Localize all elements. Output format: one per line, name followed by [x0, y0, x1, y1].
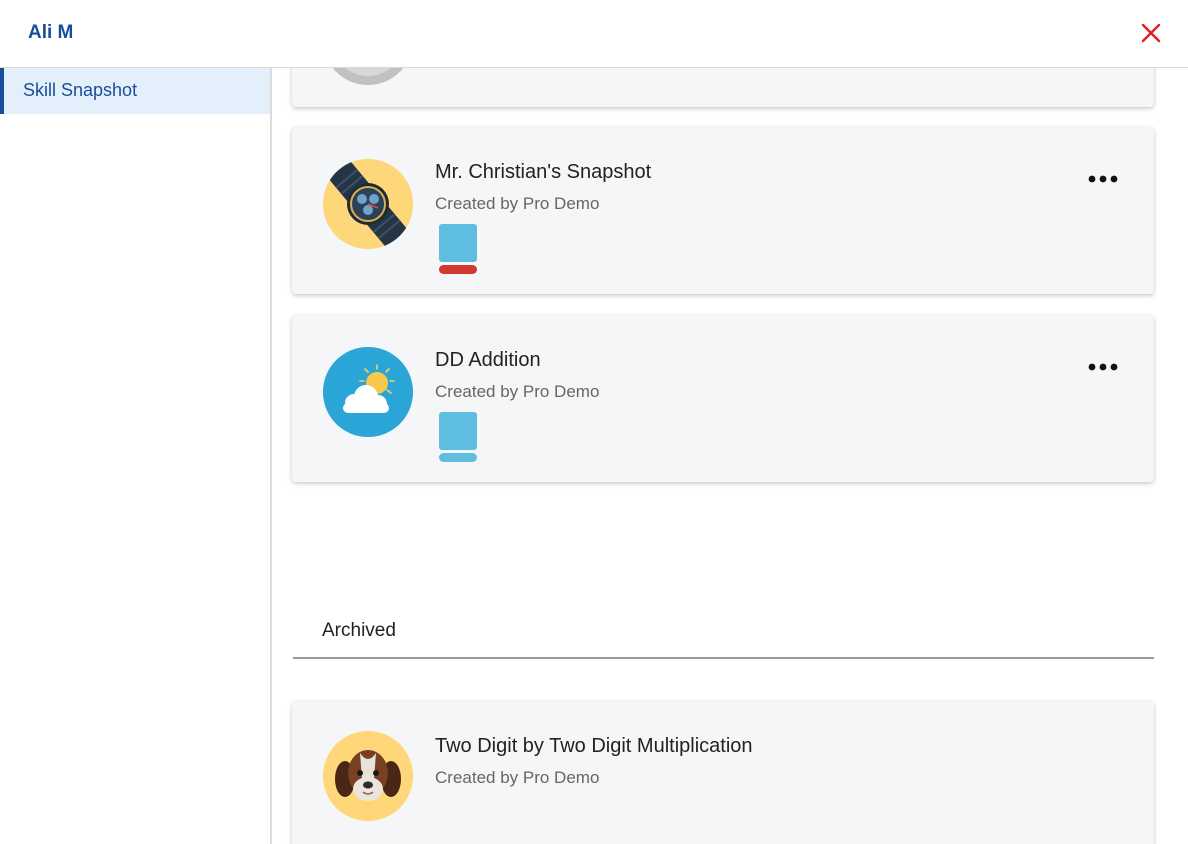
snapshot-creator: Created by Pro Demo: [435, 194, 600, 213]
close-icon: [1141, 23, 1161, 43]
skill-chip-block: [439, 412, 477, 450]
snapshot-card[interactable]: Mr. Christian's Snapshot Created by Pro …: [292, 127, 1154, 294]
watch-icon: [323, 159, 413, 249]
snapshot-avatar: [323, 347, 413, 437]
header: Ali M: [0, 0, 1188, 68]
skill-chip[interactable]: [439, 412, 477, 464]
snapshot-avatar: [323, 68, 413, 85]
tab-archived[interactable]: Archived: [322, 620, 396, 642]
snapshot-card[interactable]: DD Addition Created by Pro Demo: [292, 315, 1154, 482]
user-name: Ali M: [28, 22, 74, 43]
snapshot-title[interactable]: DD Addition: [435, 349, 541, 372]
more-options-button[interactable]: [1087, 169, 1119, 189]
snapshot-avatar: [323, 159, 413, 249]
sidebar-item-skill-snapshot[interactable]: Skill Snapshot: [0, 68, 270, 114]
sun-cloud-icon: [323, 347, 413, 437]
more-options-button[interactable]: [1087, 357, 1119, 377]
snapshot-card-partial[interactable]: [292, 68, 1154, 107]
snapshot-title[interactable]: Two Digit by Two Digit Multiplication: [435, 735, 753, 758]
sidebar-item-label: Skill Snapshot: [23, 80, 138, 100]
skill-chip-bar: [439, 265, 477, 274]
section-divider: [293, 657, 1154, 659]
dog-icon: [323, 731, 413, 821]
main-content[interactable]: Mr. Christian's Snapshot Created by Pro …: [274, 68, 1188, 844]
snapshot-title[interactable]: Mr. Christian's Snapshot: [435, 161, 651, 184]
generic-avatar-icon: [332, 68, 404, 85]
more-options-icon: [1088, 175, 1118, 183]
skill-chip[interactable]: [439, 224, 477, 276]
snapshot-creator: Created by Pro Demo: [435, 382, 600, 401]
more-options-icon: [1088, 363, 1118, 371]
close-button[interactable]: [1138, 20, 1164, 46]
sidebar: Skill Snapshot: [0, 68, 272, 844]
skill-chip-bar: [439, 453, 477, 462]
archived-snapshot-card[interactable]: Two Digit by Two Digit Multiplication Cr…: [292, 701, 1154, 844]
skill-chip-block: [439, 224, 477, 262]
snapshot-creator: Created by Pro Demo: [435, 768, 600, 787]
snapshot-avatar: [323, 731, 413, 821]
